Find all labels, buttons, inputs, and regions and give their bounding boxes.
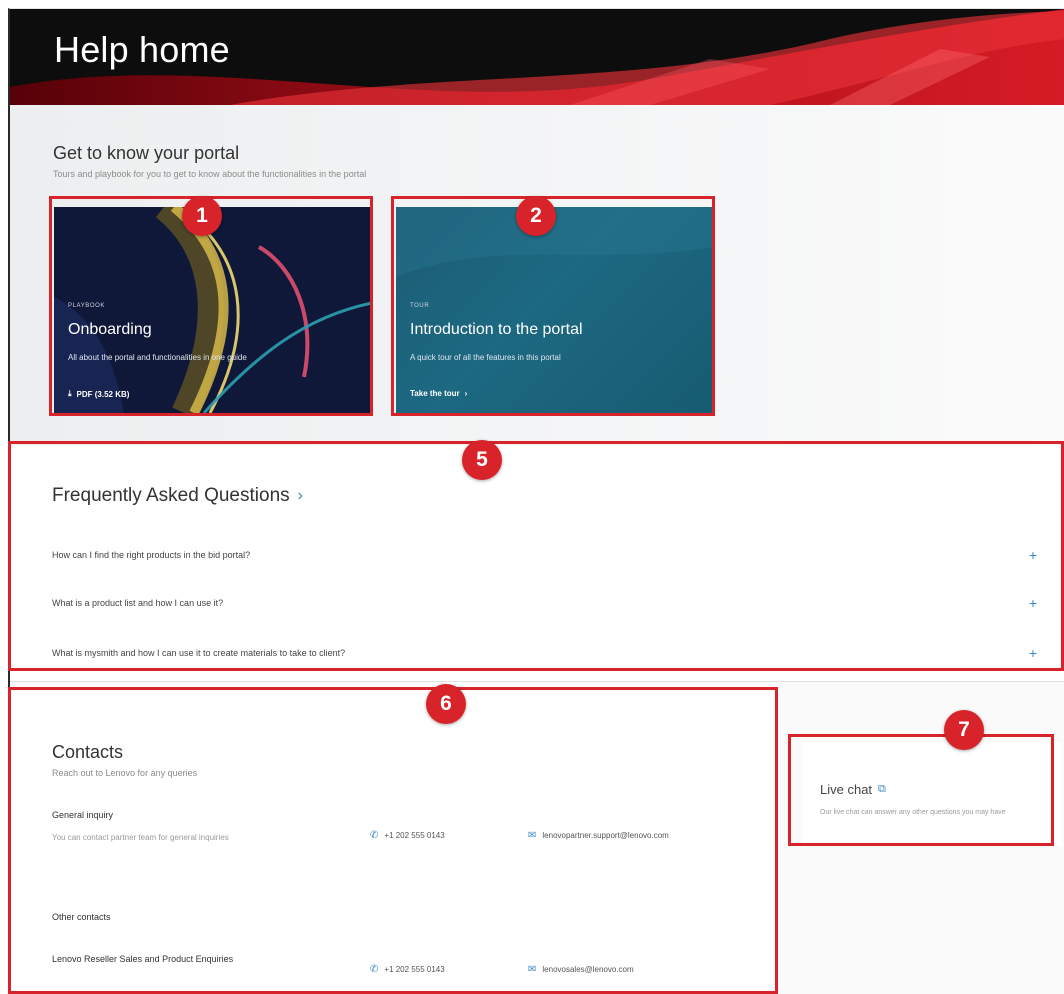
annotation-box-2 [391,196,715,416]
annotation-badge-5: 5 [462,440,502,480]
annotation-box-6 [8,687,778,994]
section-subtitle: Tours and playbook for you to get to kno… [53,169,367,179]
section-title: Get to know your portal [53,143,240,163]
annotation-badge-7: 7 [944,710,984,750]
annotation-badge-1: 1 [182,196,222,236]
annotation-box-5 [8,441,1064,671]
header-banner: Help home [10,9,1064,105]
annotation-box-7 [788,734,1054,846]
annotation-badge-2: 2 [516,196,556,236]
page-title: Help home [54,29,230,70]
annotation-badge-6: 6 [426,684,466,724]
